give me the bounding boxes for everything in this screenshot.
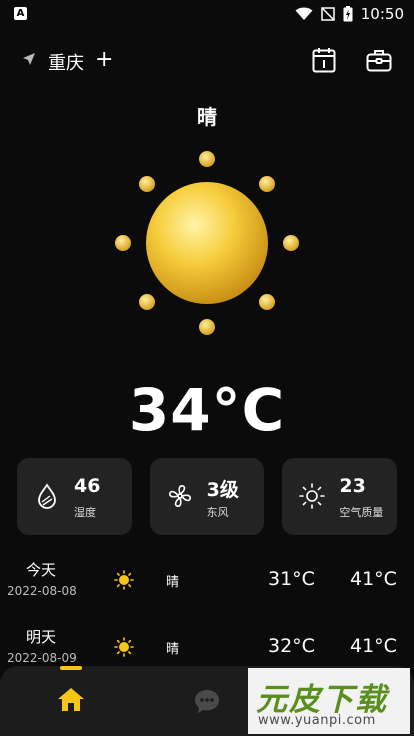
chat-icon[interactable] (193, 687, 221, 715)
watermark-url: www.yuanpi.com (258, 713, 376, 728)
forecast-condition: 晴 (166, 642, 180, 657)
calendar-icon[interactable] (312, 47, 336, 73)
add-city-icon[interactable]: + (95, 49, 113, 71)
sun-icon (114, 637, 134, 657)
forecast-date: 2022-08-08 (7, 584, 77, 598)
status-time: 10:50 (360, 5, 404, 23)
air-quality-value: 23 (339, 475, 366, 497)
forecast-low: 32°C (268, 635, 315, 657)
wind-value: 3级 (206, 479, 239, 501)
wifi-icon (295, 7, 313, 20)
signal-off-icon (321, 7, 335, 21)
status-icons: 10:50 (295, 5, 404, 23)
current-temperature: 34°C (128, 376, 286, 444)
current-condition: 晴 (197, 105, 217, 129)
forecast-day: 明天 (25, 628, 56, 646)
humidity-card: 46 湿度 (17, 458, 132, 535)
home-icon[interactable] (57, 686, 85, 712)
top-bar: 重庆 + (0, 40, 414, 80)
forecast-condition: 晴 (166, 575, 180, 590)
active-tab-indicator (60, 666, 82, 670)
forecast-high: 41°C (350, 568, 397, 590)
info-cards: 46 湿度 3级 东风 23 空气质量 (17, 458, 398, 535)
air-quality-card: 23 空气质量 (282, 458, 398, 535)
status-bar: A 10:50 (0, 0, 414, 30)
humidity-label: 湿度 (74, 506, 96, 519)
watermark-logo: 元皮下载 www.yuanpi.com (248, 668, 410, 734)
forecast-low: 31°C (268, 568, 315, 590)
forecast-day: 今天 (25, 561, 56, 579)
water-drop-icon (38, 483, 56, 509)
forecast-date: 2022-08-09 (7, 651, 77, 665)
sun-icon (115, 151, 299, 335)
battery-charging-icon (343, 6, 353, 22)
forecast-row[interactable]: 今天 2022-08-08 晴 31°C 41°C (0, 555, 414, 622)
location-arrow-icon[interactable] (22, 52, 36, 66)
sun-illustration (107, 143, 307, 343)
wind-label: 东风 (206, 506, 229, 519)
humidity-value: 46 (74, 475, 101, 497)
sun-outline-icon (299, 483, 326, 509)
sun-icon (114, 570, 134, 590)
fan-icon (168, 485, 191, 507)
air-quality-label: 空气质量 (339, 506, 384, 519)
forecast-high: 41°C (350, 635, 397, 657)
notification-app-icon: A (14, 7, 27, 20)
city-name[interactable]: 重庆 (48, 49, 84, 75)
toolbox-icon[interactable] (366, 47, 392, 73)
wind-card: 3级 东风 (149, 458, 265, 535)
